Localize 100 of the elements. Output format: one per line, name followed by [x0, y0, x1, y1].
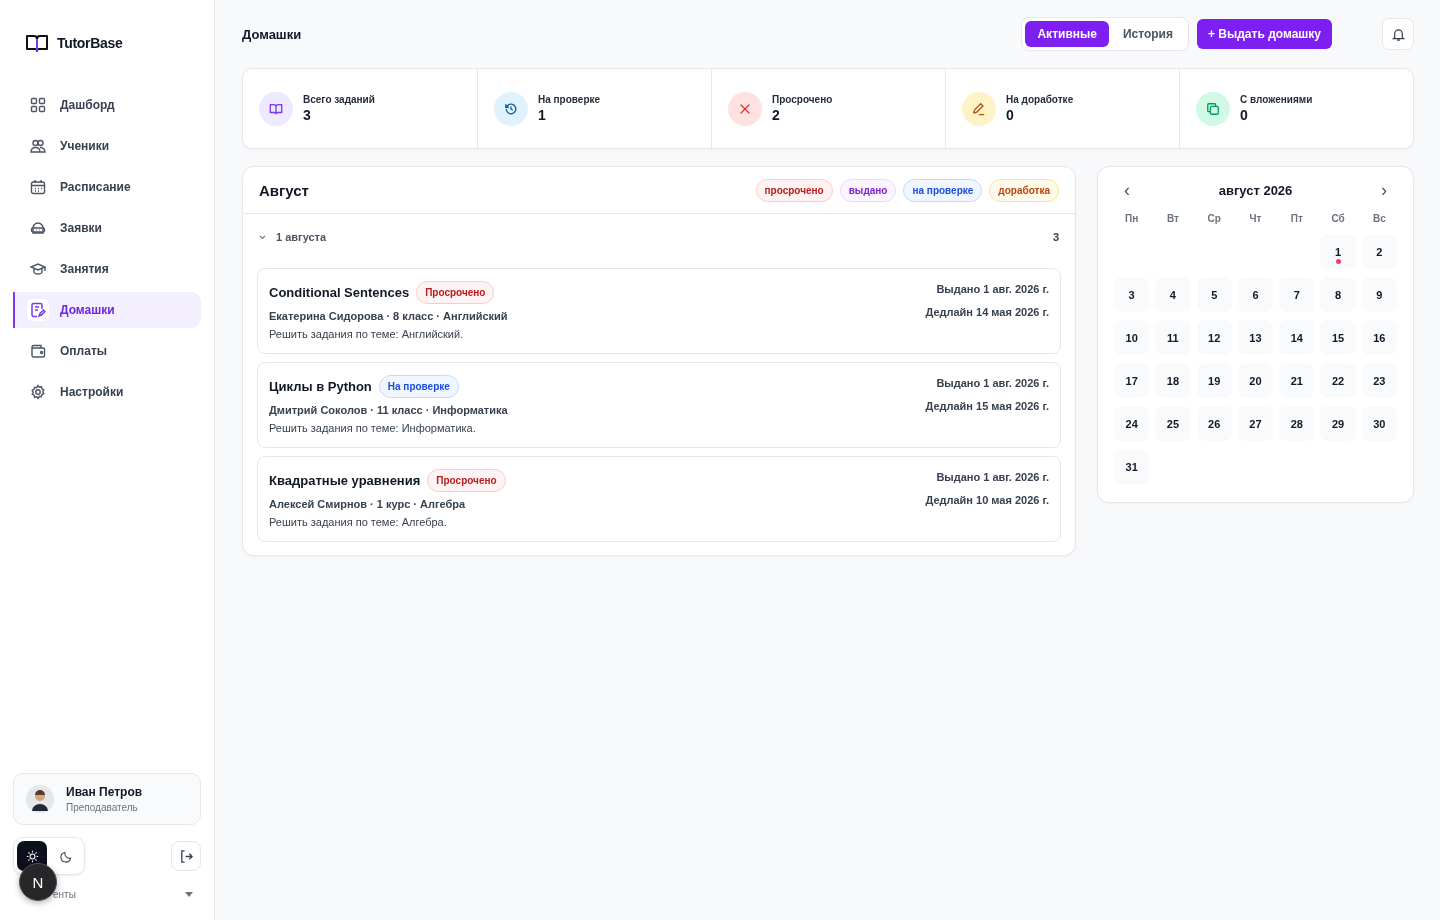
calendar-day[interactable]: 21	[1279, 363, 1315, 398]
wallet-icon	[30, 343, 46, 359]
avatar-icon	[26, 785, 54, 813]
deadline-date: Дедлайн 14 мая 2026 г.	[925, 306, 1049, 318]
weekday-label: Пн	[1124, 213, 1140, 224]
calendar-day[interactable]: 28	[1279, 406, 1315, 441]
copy-icon	[1206, 101, 1220, 116]
homework-meta: Дмитрий Соколов · 11 класс · Информатика	[269, 404, 508, 416]
stat-value: 1	[538, 107, 547, 123]
status-badge: На проверке	[378, 375, 459, 398]
status-badge: Просрочено	[416, 281, 495, 304]
nav-item[interactable]: Занятия	[13, 251, 201, 287]
calendar-day[interactable]: 25	[1155, 406, 1191, 441]
weekday-label: Сб	[1330, 213, 1346, 224]
calendar-day[interactable]: 5	[1196, 277, 1232, 312]
calendar-day[interactable]: 22	[1320, 363, 1356, 398]
calendar-day[interactable]: 7	[1279, 277, 1315, 312]
chevron-icon	[259, 234, 266, 240]
tab[interactable]: Активные	[1025, 21, 1109, 47]
calendar-day[interactable]: 17	[1114, 363, 1150, 398]
weekday-label: Чт	[1248, 213, 1263, 224]
homework-card[interactable]: Циклы в Python На проверке Дмитрий Соколов · 11 класс · Информатика Решить задания по теме: Информатика. Выдано 1 авг. 2026 г. Дедлайн 15 мая 2026 г.	[257, 362, 1061, 448]
homework-title: Квадратные уравнения	[269, 473, 421, 488]
user-role: Преподаватель	[66, 802, 139, 813]
stat-value: 2	[772, 107, 781, 123]
month-title: Август	[259, 181, 309, 199]
calendar-day[interactable]: 14	[1279, 320, 1315, 355]
calendar-day[interactable]: 24	[1114, 406, 1150, 441]
nav-item[interactable]: Дашборд	[13, 87, 201, 123]
calendar-day[interactable]: 12	[1196, 320, 1232, 355]
next-month-button[interactable]: ›	[1375, 181, 1393, 199]
users-icon	[30, 138, 46, 154]
settings-icon	[30, 384, 46, 400]
logout-button[interactable]	[171, 841, 201, 871]
calendar-day[interactable]: 15	[1320, 320, 1356, 355]
homework-description: Решить задания по теме: Информатика.	[269, 422, 477, 434]
previous-month-button[interactable]: ‹	[1118, 181, 1136, 199]
calendar-day[interactable]: 23	[1361, 363, 1397, 398]
calendar-day[interactable]: 11	[1155, 320, 1191, 355]
tab[interactable]: История	[1110, 21, 1185, 47]
weekday-label: Вт	[1165, 213, 1180, 224]
calendar-icon	[30, 179, 46, 195]
stat-label: На проверке	[538, 94, 601, 105]
user-card[interactable]: Иван Петров Преподаватель	[13, 773, 201, 825]
group-count: 3	[1052, 231, 1059, 243]
nav-item[interactable]: Ученики	[13, 128, 201, 164]
moon-icon	[59, 849, 73, 863]
homework-card[interactable]: Квадратные уравнения Просрочено Алексей Смирнов · 1 курс · Алгебра Решить задания по теме: Алгебра. Выдано 1 авг. 2026 г. Дедлайн 10 мая 2026 г.	[257, 456, 1061, 542]
nav-item[interactable]: Оплаты	[13, 333, 201, 369]
deadline-date: Дедлайн 15 мая 2026 г.	[925, 400, 1049, 412]
grid-icon	[30, 97, 46, 113]
issued-date: Выдано 1 авг. 2026 г.	[936, 283, 1049, 295]
calendar-day[interactable]: 29	[1320, 406, 1356, 441]
calendar-day[interactable]: 2	[1361, 234, 1397, 269]
calendar-day[interactable]: 4	[1155, 277, 1191, 312]
nav-item[interactable]: Настройки	[13, 374, 201, 410]
calendar-day[interactable]: 13	[1237, 320, 1274, 355]
stat-label: Просрочено	[772, 94, 833, 105]
legend-tag: на проверке	[903, 178, 983, 202]
calendar-day[interactable]: 16	[1361, 320, 1397, 355]
calendar-day[interactable]: 8	[1320, 277, 1356, 312]
pencil-icon	[972, 101, 986, 116]
weekday-label: Ср	[1206, 213, 1222, 224]
nav-item[interactable]: Домашки	[13, 292, 201, 328]
stat-label: С вложениями	[1240, 94, 1313, 105]
homework-card[interactable]: Conditional Sentences Просрочено Екатерина Сидорова · 8 класс · Английский Решить задания по теме: Английский. Выдано 1 авг. 2026 г. Дедлайн 14 мая 2026 г.	[257, 268, 1061, 354]
assign-homework-button[interactable]: + Выдать домашку	[1197, 19, 1332, 49]
sun-icon	[25, 849, 39, 863]
homework-meta: Алексей Смирнов · 1 курс · Алгебра	[269, 498, 467, 510]
calendar-day[interactable]: 9	[1361, 277, 1397, 312]
logout-icon	[178, 848, 194, 864]
notifications-button[interactable]	[1382, 18, 1414, 50]
brand-name: TutorBase	[57, 34, 123, 51]
legend-tag: доработка	[989, 178, 1059, 202]
calendar-day[interactable]: 27	[1237, 406, 1274, 441]
date-group-header[interactable]: 1 августа 3	[257, 214, 1061, 260]
nav-item[interactable]: Расписание	[13, 169, 201, 205]
calendar-day[interactable]: 30	[1361, 406, 1397, 441]
nav-item[interactable]: Заявки	[13, 210, 201, 246]
calendar-day[interactable]: 6	[1237, 277, 1274, 312]
bell-icon	[1390, 26, 1406, 42]
group-date: 1 августа	[276, 231, 328, 243]
homework-title: Циклы в Python	[269, 379, 372, 394]
calendar-day[interactable]: 3	[1114, 277, 1150, 312]
calendar-title: август 2026	[1218, 182, 1293, 198]
calendar-day[interactable]: 1	[1320, 234, 1356, 269]
calendar-day[interactable]: 31	[1114, 449, 1150, 484]
note-pencil-icon	[30, 302, 46, 318]
user-name: Иван Петров	[66, 785, 143, 799]
calendar-day[interactable]: 26	[1196, 406, 1232, 441]
history-icon	[504, 101, 518, 116]
stat-label: На доработке	[1006, 94, 1074, 105]
calendar-day[interactable]: 18	[1155, 363, 1191, 398]
calendar-day[interactable]: 20	[1237, 363, 1274, 398]
status-badge: Просрочено	[427, 469, 506, 492]
legend-tag: выдано	[839, 178, 897, 202]
deadline-date: Дедлайн 10 мая 2026 г.	[925, 494, 1049, 506]
calendar-day[interactable]: 19	[1196, 363, 1232, 398]
calendar-day[interactable]: 10	[1114, 320, 1150, 355]
weekday-label: Вс	[1371, 213, 1387, 224]
